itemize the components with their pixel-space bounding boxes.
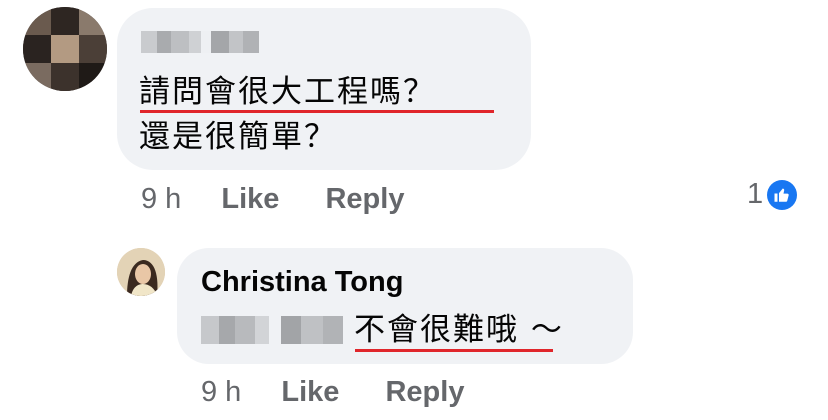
- reply-author-avatar[interactable]: [117, 248, 165, 296]
- like-button[interactable]: Like: [281, 376, 339, 408]
- comment-actions: 9 h Like Reply: [141, 183, 442, 216]
- highlight-underline: [140, 110, 494, 113]
- reply-text: 不會很難哦 ～: [354, 312, 564, 348]
- reply-button[interactable]: Reply: [325, 183, 404, 215]
- highlight-underline: [355, 349, 553, 352]
- reply-author-name[interactable]: Christina Tong: [201, 266, 403, 299]
- thumbs-up-icon: [767, 179, 798, 210]
- comment-text-line-2: 還是很簡單？: [139, 119, 337, 155]
- reaction-summary[interactable]: 1: [747, 178, 798, 211]
- comment-timestamp[interactable]: 9 h: [141, 183, 181, 215]
- reaction-count: 1: [747, 178, 764, 210]
- reply-timestamp[interactable]: 9 h: [201, 376, 241, 408]
- reply-actions: 9 h Like Reply: [201, 376, 502, 409]
- comment-text-line-1: 請問會很大工程嗎？: [139, 74, 436, 110]
- like-button[interactable]: Like: [221, 183, 279, 215]
- commenter-avatar[interactable]: [23, 7, 107, 91]
- redacted-commenter-name: [141, 31, 259, 53]
- reply-button[interactable]: Reply: [385, 376, 464, 408]
- redacted-mention: [201, 316, 343, 344]
